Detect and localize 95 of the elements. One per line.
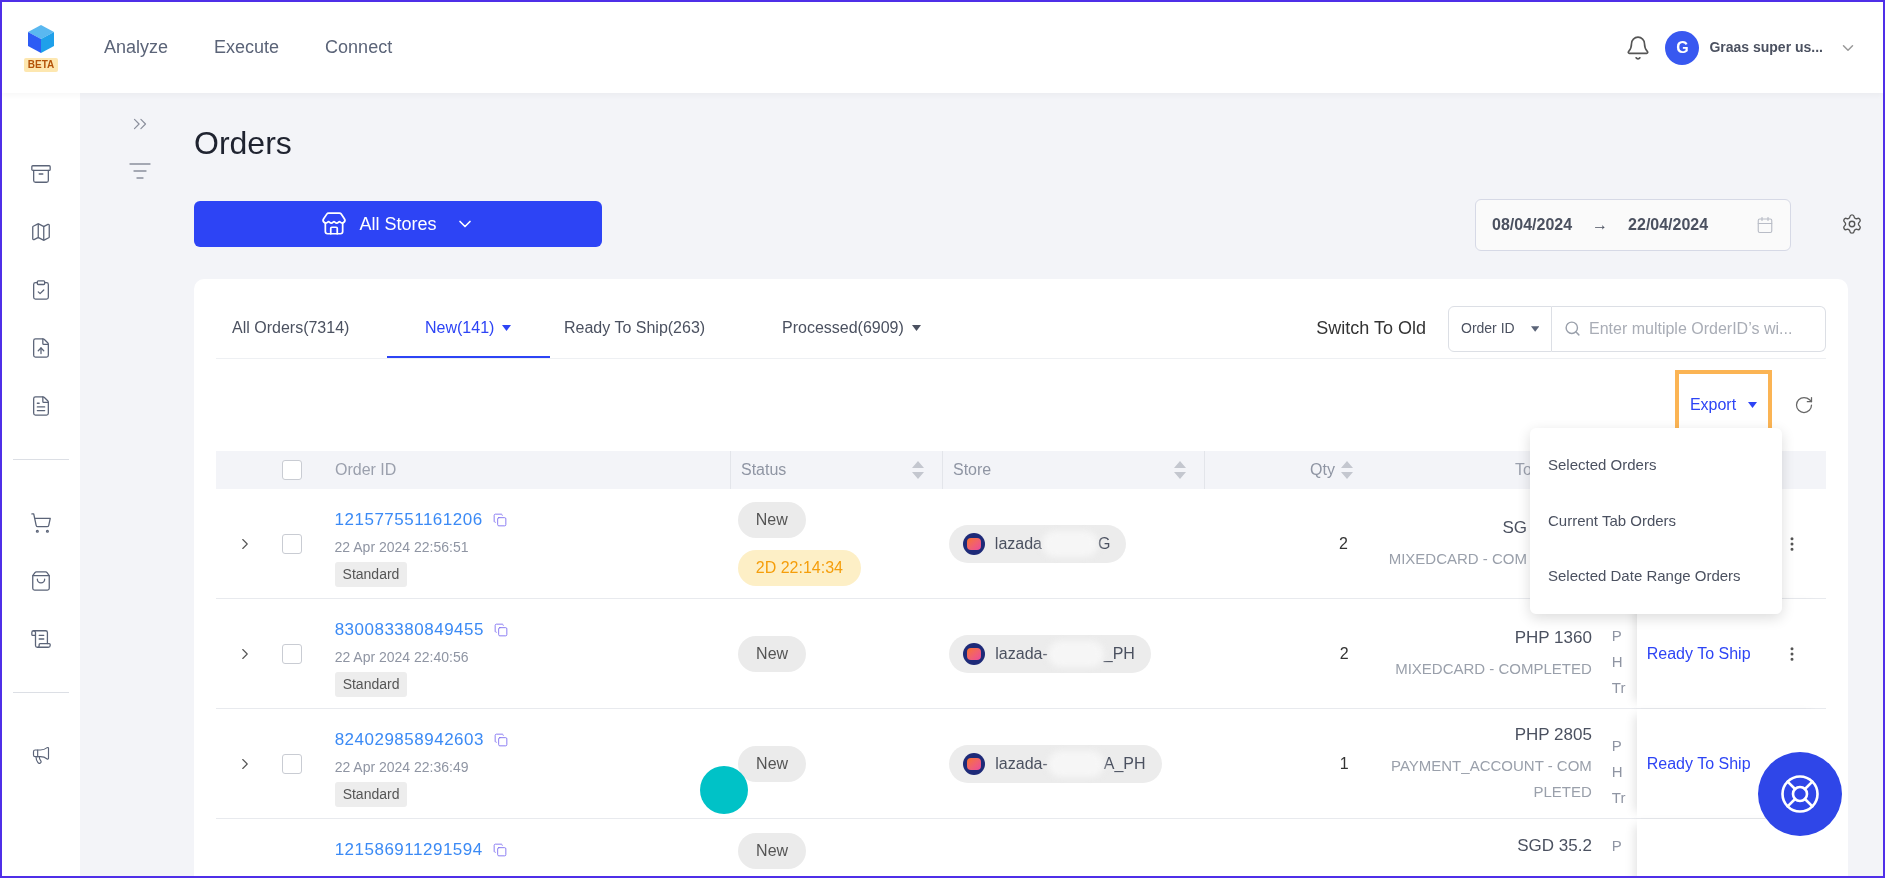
sidebar-nav-icon[interactable]: [30, 279, 52, 301]
total-amount: PHP 1360: [1514, 626, 1592, 649]
qty-cell-text: 1: [1339, 753, 1349, 774]
store-name-suffix: _PH: [1103, 643, 1135, 664]
order-date: 22 Apr 2024 22:40:56: [334, 647, 469, 667]
caret-icon: [1530, 325, 1539, 332]
user-avatar[interactable]: G: [1665, 30, 1700, 65]
status-pill: New: [738, 833, 807, 869]
export-button[interactable]: Export: [1689, 393, 1758, 417]
truncated-cell-text: Tr: [1611, 787, 1627, 808]
status-pill: New: [738, 635, 807, 672]
store-logo-icon: [963, 752, 986, 775]
payment-status: PAYMENT_ACCOUNT - COMPLETED: [1390, 756, 1592, 803]
sidebar-nav-icon[interactable]: [30, 163, 52, 185]
tab[interactable]: Processed(6909): [750, 299, 970, 358]
order-type-tag: Standard: [334, 781, 408, 807]
copy-icon[interactable]: [492, 842, 507, 857]
tab[interactable]: Ready To Ship(263): [550, 299, 750, 358]
beta-badge: BETA: [23, 57, 59, 72]
copy-icon[interactable]: [493, 622, 508, 637]
column-header: Qty: [1310, 460, 1335, 480]
order-id-link[interactable]: 830083380849455: [334, 617, 484, 643]
refresh-icon[interactable]: [1794, 395, 1814, 415]
column-header: Status: [741, 460, 787, 480]
status-pill: New: [737, 501, 806, 538]
order-id-link[interactable]: 824029858942603: [334, 727, 484, 753]
column-header: Order ID: [335, 460, 397, 480]
settings-icon[interactable]: [1841, 213, 1863, 235]
order-id-link[interactable]: 121577551161206: [334, 507, 483, 533]
store-picker-button[interactable]: All Stores: [194, 201, 602, 247]
user-name[interactable]: Graas super us...: [1709, 37, 1823, 58]
status-pill: New: [738, 745, 807, 782]
tab[interactable]: All Orders(7314): [216, 299, 387, 358]
caret-icon: [502, 324, 512, 331]
total-amount: SGD 35.2: [1517, 835, 1592, 857]
payment-status: MIXEDCARD - COM: [1387, 549, 1527, 570]
store-logo-icon: [963, 642, 986, 665]
date-range-field[interactable]: 08/04/2024 → 22/04/2024: [1475, 199, 1791, 251]
sidebar-nav-icon[interactable]: [30, 221, 52, 243]
ready-to-ship-link[interactable]: Ready To Ship: [1646, 644, 1751, 662]
menu-item[interactable]: Current Tab Orders: [1530, 509, 1782, 533]
menu-item[interactable]: Selected Orders: [1530, 454, 1782, 477]
truncated-cell-text: Tr: [1611, 677, 1627, 698]
caret-icon: [1748, 402, 1758, 408]
sidebar-nav-icon[interactable]: [30, 512, 52, 534]
truncated-cell-text: H: [1611, 761, 1624, 782]
order-date: 22 Apr 2024 22:56:51: [334, 537, 469, 557]
truncated-cell-text: P: [1611, 735, 1623, 756]
copy-icon[interactable]: [492, 512, 507, 527]
store-name: lazada-: [995, 753, 1048, 774]
menu-item[interactable]: Selected Date Range Orders: [1530, 565, 1782, 588]
sidebar-nav-icon[interactable]: [30, 337, 52, 359]
nav-link[interactable]: Execute: [214, 34, 280, 61]
store-name-suffix: G: [1098, 533, 1111, 554]
payment-status: MIXEDCARD - COMPLETED: [1394, 659, 1592, 680]
truncated-cell-text: P: [1611, 836, 1623, 856]
total-amount: PHP 2805: [1514, 723, 1592, 746]
lifebuoy-icon: [1779, 773, 1821, 815]
truncated-cell-text: P: [1611, 625, 1623, 646]
checkbox[interactable]: [281, 533, 302, 554]
nav-link[interactable]: Analyze: [104, 34, 169, 61]
store-name-suffix: A_PH: [1103, 753, 1146, 774]
megaphone-icon[interactable]: [31, 745, 51, 765]
sidebar-nav-icon[interactable]: [30, 395, 52, 417]
checkbox[interactable]: [281, 753, 302, 774]
sidebar-nav-icon[interactable]: [30, 628, 52, 650]
checkbox[interactable]: [281, 643, 302, 664]
store-name: lazada: [994, 533, 1042, 554]
order-id-link[interactable]: 121586911291594: [334, 837, 483, 863]
cube-logo-icon[interactable]: [27, 23, 55, 54]
order-type-tag: Standard: [334, 561, 408, 587]
nav-link[interactable]: Connect: [325, 34, 393, 61]
search-field[interactable]: Enter multiple OrderID’s wi...: [1552, 305, 1826, 352]
ready-to-ship-link[interactable]: Ready To Ship: [1646, 754, 1751, 772]
tab[interactable]: New(141): [387, 299, 550, 358]
sidebar-nav-icon[interactable]: [30, 570, 52, 592]
column-header: Store: [953, 460, 992, 480]
page-title: Orders: [194, 124, 293, 163]
switch-to-old-link[interactable]: Switch To Old: [1316, 315, 1426, 342]
total-amount: SG: [1502, 516, 1527, 539]
search-filter-select[interactable]: Order ID: [1448, 305, 1552, 352]
store-name: lazada-: [995, 643, 1048, 664]
storefront-icon: [321, 211, 348, 237]
order-date: 22 Apr 2024 22:36:49: [334, 757, 469, 777]
countdown-pill: 2D 22:14:34: [737, 549, 861, 586]
caret-icon: [911, 324, 921, 331]
qty-cell-text: 2: [1339, 533, 1348, 554]
truncated-cell-text: H: [1611, 651, 1624, 672]
store-logo-icon: [962, 532, 985, 555]
checkbox[interactable]: [282, 460, 302, 480]
copy-icon[interactable]: [493, 732, 508, 747]
qty-cell-text: 2: [1339, 643, 1349, 664]
search-input[interactable]: Enter multiple OrderID’s wi...: [1589, 316, 1825, 341]
order-type-tag: Standard: [334, 671, 408, 697]
search-icon: [1564, 320, 1581, 337]
